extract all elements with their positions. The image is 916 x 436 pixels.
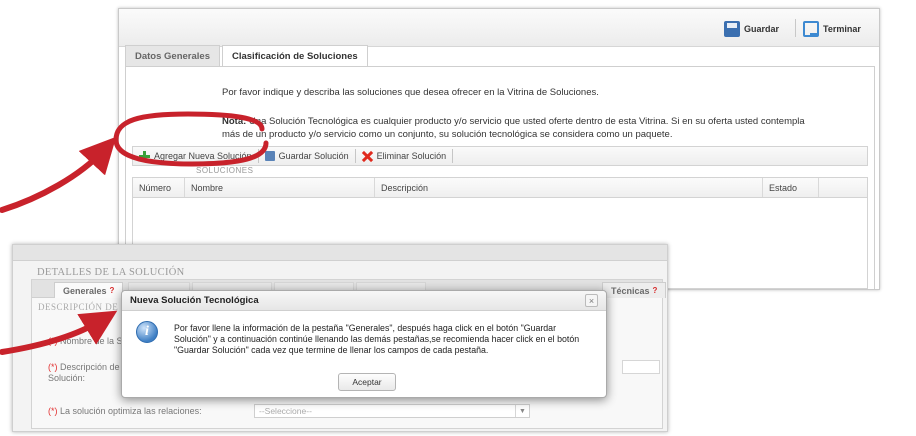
solutions-toolbar: Agregar Nueva Solución Guardar Solución … <box>132 146 868 166</box>
note-text: Nota: Una Solución Tecnológica es cualqu… <box>222 115 822 141</box>
column-header-blank <box>819 178 867 197</box>
toolbar-divider <box>795 19 796 37</box>
tab-generales-label: Generales <box>63 285 107 296</box>
note-body: Una Solución Tecnológica es cualquier pr… <box>222 116 805 140</box>
header-strip <box>13 245 667 261</box>
save-button-label: Guardar <box>744 24 780 34</box>
relations-select-value: --Seleccione-- <box>259 406 312 416</box>
tab-clasificacion-soluciones[interactable]: Clasificación de Soluciones <box>221 45 368 67</box>
column-header-estado[interactable]: Estado <box>763 178 819 197</box>
column-header-descripcion[interactable]: Descripción <box>375 178 763 197</box>
main-toolbar: Guardar Terminar <box>119 9 879 47</box>
toolbar-divider <box>452 149 454 163</box>
description-input[interactable] <box>622 360 660 374</box>
tab-tecnicas-label: Técnicas <box>611 285 650 296</box>
chevron-down-icon: ▼ <box>515 405 529 417</box>
delete-x-icon <box>362 151 373 162</box>
grid-header-row: Número Nombre Descripción Estado <box>133 178 867 198</box>
description-field-text-1: Descripción de la <box>60 362 130 372</box>
dialog-title: Nueva Solución Tecnológica <box>122 291 606 311</box>
relations-select[interactable]: --Seleccione-- ▼ <box>254 404 530 418</box>
column-header-numero[interactable]: Número <box>133 178 185 197</box>
add-solution-label: Agregar Nueva Solución <box>154 151 252 161</box>
required-marker: (*) <box>48 362 58 372</box>
tab-bar: Datos Generales Clasificación de Solucio… <box>125 45 368 67</box>
required-marker: (*) <box>48 336 58 346</box>
section-title: DETALLES DE LA SOLUCIÓN <box>37 267 185 278</box>
required-marker: ? <box>109 286 115 295</box>
description-field-text-2: Solución: <box>48 373 86 383</box>
new-solution-dialog: Nueva Solución Tecnológica × i Por favor… <box>121 290 607 398</box>
floppy-disk-icon <box>724 21 740 37</box>
save-solution-button[interactable]: Guardar Solución <box>259 147 355 165</box>
description-field-label: (*) Descripción de la Solución: <box>48 362 129 384</box>
required-marker: (*) <box>48 406 58 416</box>
required-marker: ? <box>652 286 658 295</box>
column-header-nombre[interactable]: Nombre <box>185 178 375 197</box>
relations-field-label: (*) La solución optimiza las relaciones: <box>48 406 202 417</box>
intro-text: Por favor indique y describa las solucio… <box>222 87 599 98</box>
save-solution-label: Guardar Solución <box>278 151 349 161</box>
save-button[interactable]: Guardar <box>724 18 779 40</box>
tab-tecnicas[interactable]: Técnicas ? <box>602 282 667 298</box>
finish-button-label: Terminar <box>823 24 861 34</box>
arrow-to-add-button <box>0 136 117 213</box>
note-label: Nota: <box>222 116 247 127</box>
close-icon[interactable]: × <box>585 294 598 307</box>
finish-button[interactable]: Terminar <box>803 18 861 40</box>
plus-icon <box>139 150 150 162</box>
floppy-disk-icon <box>264 151 275 161</box>
delete-solution-button[interactable]: Eliminar Solución <box>356 147 453 165</box>
add-solution-button[interactable]: Agregar Nueva Solución <box>133 147 258 165</box>
delete-solution-label: Eliminar Solución <box>376 151 447 161</box>
accept-button[interactable]: Aceptar <box>338 373 396 391</box>
tab-generales[interactable]: Generales ? <box>54 282 124 298</box>
dialog-message: Por favor llene la información de la pes… <box>174 323 580 355</box>
relations-field-text: La solución optimiza las relaciones: <box>60 406 202 416</box>
info-icon: i <box>136 321 158 343</box>
tab-datos-generales[interactable]: Datos Generales <box>125 45 220 67</box>
exit-arrow-icon <box>803 21 819 37</box>
